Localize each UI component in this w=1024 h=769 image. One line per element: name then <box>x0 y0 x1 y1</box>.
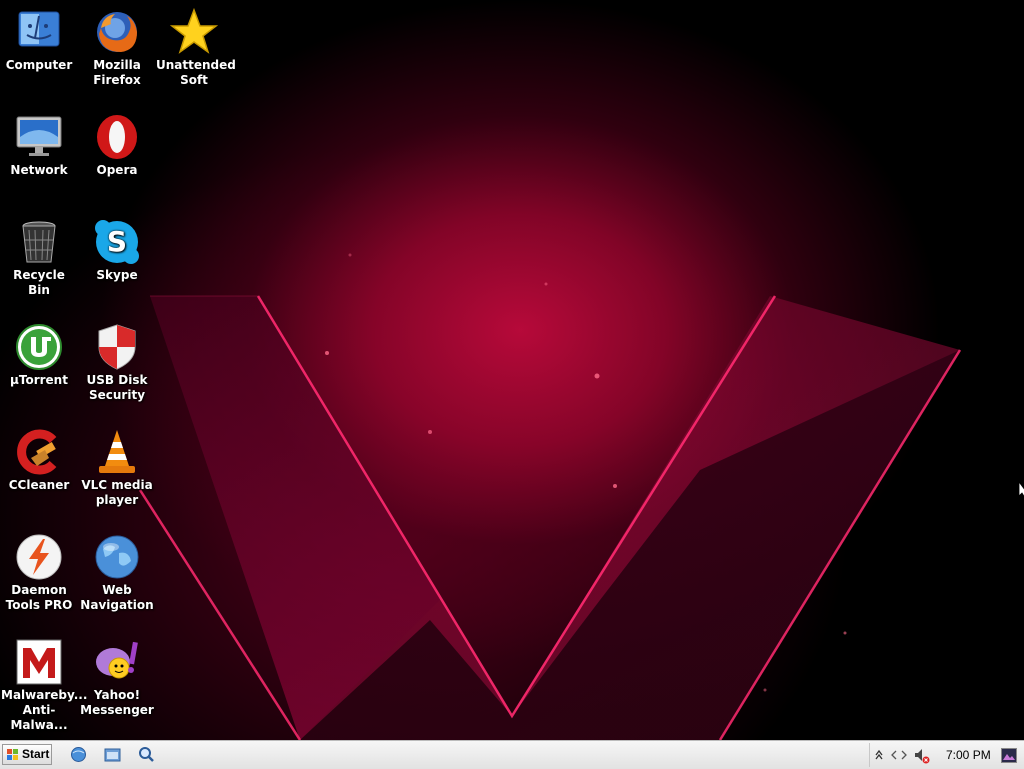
icon-label: VLC media player <box>81 478 153 507</box>
icon-label: Daemon Tools PRO <box>5 583 73 612</box>
icon-label: Web Navigation <box>80 583 154 612</box>
icon-label: Network <box>10 163 68 177</box>
icon-label: Recycle Bin <box>13 268 65 297</box>
yahoo-messenger-icon <box>93 638 141 686</box>
browser-icon[interactable] <box>70 746 87 763</box>
icon-label: Opera <box>96 163 138 177</box>
icon-label: Yahoo! Messenger <box>80 688 154 717</box>
desktop-icon-skype[interactable]: S Skype <box>79 218 155 283</box>
desktop-icon-usb-disk-security[interactable]: USB Disk Security <box>79 323 155 403</box>
desktop-icon-malwarebytes[interactable]: Malwareby... Anti-Malwa... <box>1 638 88 733</box>
shield-icon <box>93 323 141 371</box>
globe-icon <box>93 533 141 581</box>
mouse-cursor-icon <box>1019 482 1024 498</box>
daemon-tools-icon <box>15 533 63 581</box>
firefox-icon <box>93 8 141 56</box>
desktop-icon-opera[interactable]: Opera <box>79 113 155 178</box>
desktop-icon-network[interactable]: Network <box>1 113 77 178</box>
windows-logo-icon <box>7 749 18 760</box>
star-icon <box>169 7 219 56</box>
desktop-icon-daemon-tools[interactable]: Daemon Tools PRO <box>1 533 77 613</box>
utorrent-icon <box>15 323 63 371</box>
recycle-bin-icon <box>15 218 63 266</box>
network-icon[interactable] <box>890 748 908 762</box>
search-icon[interactable] <box>138 746 155 763</box>
explorer-icon[interactable] <box>104 746 121 763</box>
volume-muted-icon[interactable] <box>914 748 930 764</box>
desktop-icon-computer[interactable]: Computer <box>1 8 77 73</box>
desktop-icon-vlc[interactable]: VLC media player <box>79 428 155 508</box>
desktop-icon-unattended-soft[interactable]: Unattended Soft <box>156 7 236 88</box>
svg-text:S: S <box>107 225 127 258</box>
icon-label: µTorrent <box>10 373 68 387</box>
show-hidden-icon[interactable] <box>875 748 883 762</box>
show-desktop-icon[interactable] <box>1001 748 1017 763</box>
desktop[interactable]: Computer Network Recycle Bin µTorrent CC… <box>0 0 1024 740</box>
malwarebytes-icon <box>15 638 63 686</box>
desktop-icon-web-navigation[interactable]: Web Navigation <box>79 533 155 613</box>
icon-label: Computer <box>5 58 73 72</box>
desktop-icon-firefox[interactable]: Mozilla Firefox <box>79 8 155 88</box>
icon-label: Skype <box>96 268 138 282</box>
desktop-icon-recycle-bin[interactable]: Recycle Bin <box>1 218 77 298</box>
icon-label: CCleaner <box>8 478 70 492</box>
icon-label: Malwareby... Anti-Malwa... <box>1 688 88 732</box>
start-label: Start <box>22 747 50 761</box>
desktop-icon-utorrent[interactable]: µTorrent <box>1 323 77 388</box>
icon-label: Mozilla Firefox <box>93 58 141 87</box>
desktop-icon-ccleaner[interactable]: CCleaner <box>1 428 77 493</box>
ccleaner-icon <box>15 428 63 476</box>
vlc-cone-icon <box>93 428 141 476</box>
clock[interactable]: 7:00 PM <box>946 748 991 762</box>
computer-icon <box>15 8 63 56</box>
icon-label: Unattended Soft <box>156 58 236 87</box>
icon-label: USB Disk Security <box>86 373 148 402</box>
taskbar: Start 7:00 PM <box>0 740 1024 769</box>
network-monitor-icon <box>15 113 63 161</box>
opera-icon <box>93 113 141 161</box>
system-tray: 7:00 PM <box>869 743 1024 767</box>
skype-icon: S <box>93 218 141 266</box>
desktop-icon-yahoo-messenger[interactable]: Yahoo! Messenger <box>79 638 155 718</box>
start-button[interactable]: Start <box>2 744 52 765</box>
